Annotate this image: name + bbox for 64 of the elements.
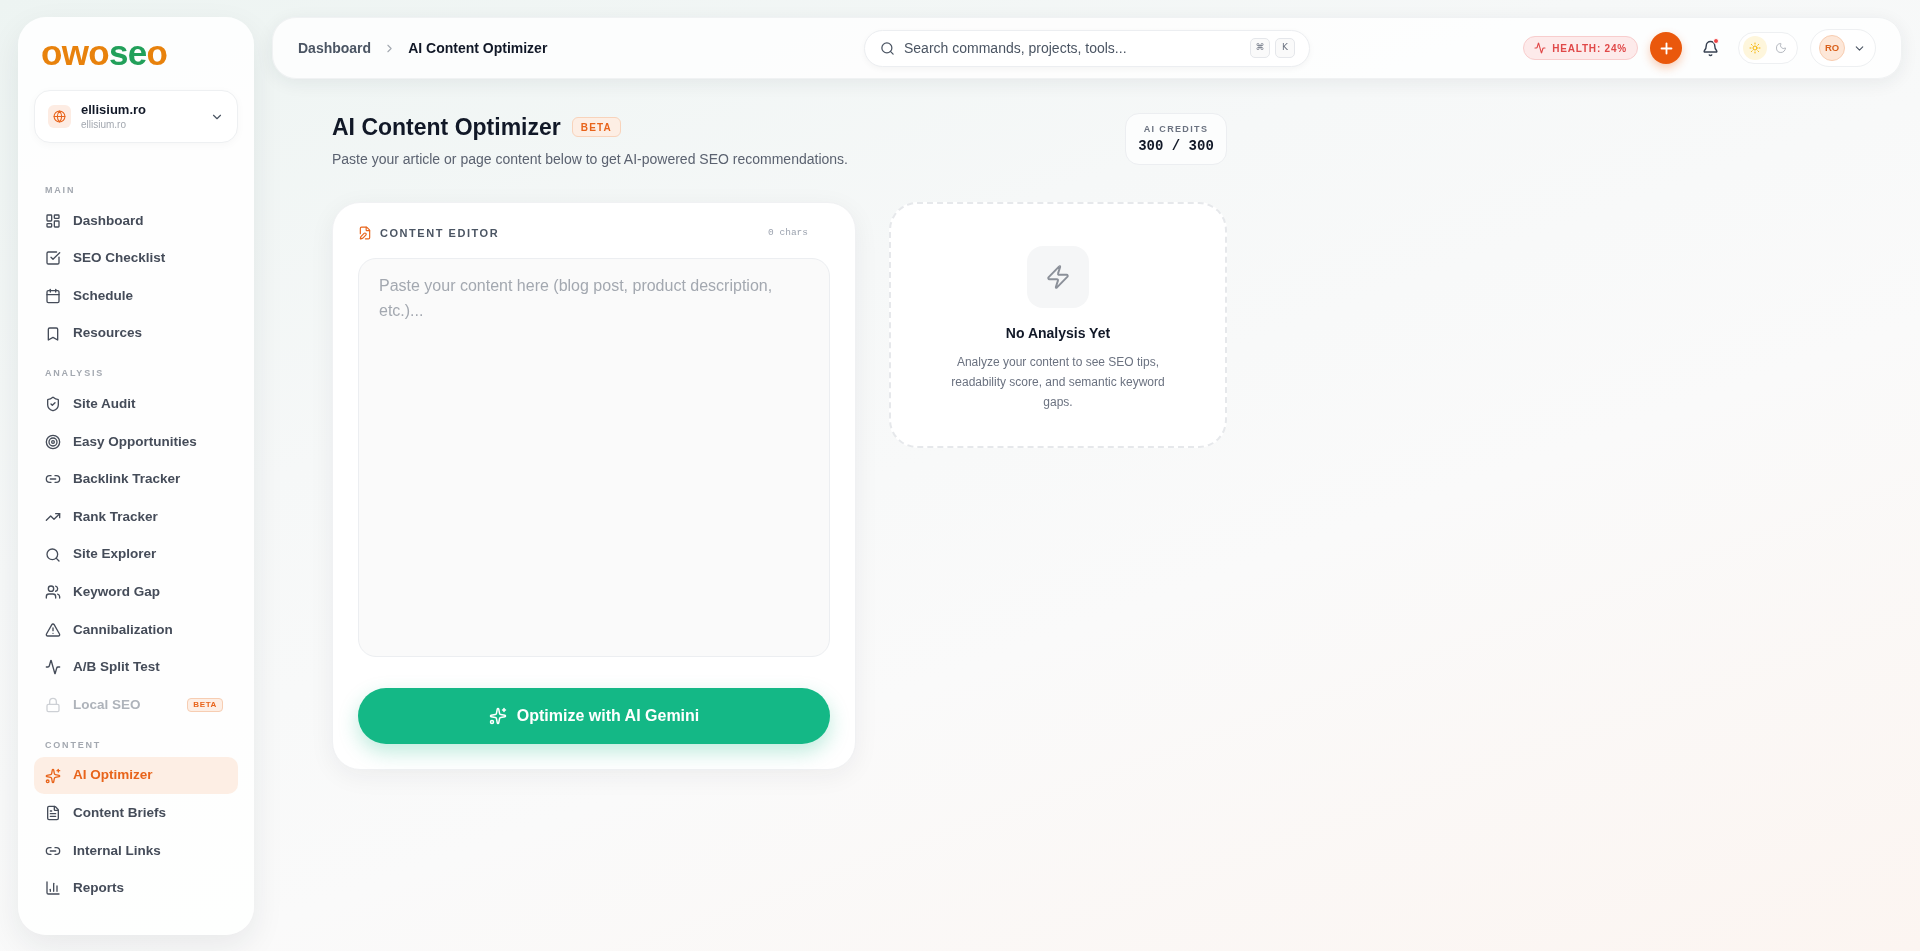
bookmark-icon xyxy=(45,325,61,342)
char-count: 0 chars xyxy=(768,225,809,240)
beta-badge: BETA xyxy=(571,117,621,137)
page-subtitle: Paste your article or page content below to get AI-powered SEO recommendations. xyxy=(332,150,848,169)
layout-grid-icon xyxy=(45,212,61,229)
add-button[interactable] xyxy=(1650,32,1682,64)
shield-check-icon xyxy=(45,396,61,413)
empty-state-title: No Analysis Yet xyxy=(1005,324,1111,343)
nav-item[interactable]: SEO Checklist xyxy=(34,239,238,278)
credits-value: 300 / 300 xyxy=(1138,137,1214,155)
project-selector[interactable]: ellisium.ro ellisium.ro xyxy=(34,90,238,143)
checked-square-icon xyxy=(45,250,61,267)
sparkles-icon xyxy=(488,707,507,726)
users-icon xyxy=(45,584,61,601)
editor-title: CONTENT EDITOR xyxy=(380,225,500,241)
sparkles-icon xyxy=(45,767,61,784)
nav-item[interactable]: Schedule xyxy=(34,277,238,315)
nav-item[interactable]: Internal Links xyxy=(34,831,238,870)
page-title: AI Content Optimizer xyxy=(332,112,561,142)
lightning-icon xyxy=(1027,246,1089,308)
warning-icon xyxy=(45,621,61,638)
project-name: ellisium.ro xyxy=(81,102,147,118)
search-icon xyxy=(45,546,61,563)
target-icon xyxy=(45,433,61,450)
breadcrumb-current: AI Content Optimizer xyxy=(408,38,548,58)
nav-item[interactable]: Cannibalization xyxy=(34,610,238,649)
pulse-icon xyxy=(1534,42,1547,54)
search-icon xyxy=(880,40,895,56)
credits-label: AI CREDITS xyxy=(1143,123,1209,135)
shortcut-key: ⌘ xyxy=(1250,38,1270,58)
nav-item[interactable]: Rank Tracker xyxy=(34,498,238,536)
nav-item[interactable]: Resources xyxy=(34,314,238,353)
document-icon xyxy=(45,805,61,822)
content-textarea[interactable]: Paste your content here (blog post, product description, etc.)... xyxy=(358,258,830,658)
pulse-icon xyxy=(45,659,61,676)
nav-item[interactable]: Reports xyxy=(34,869,238,908)
sun-icon xyxy=(1749,42,1761,54)
breadcrumb-link[interactable]: Dashboard xyxy=(298,37,372,59)
shortcut-key: K xyxy=(1275,38,1295,58)
bell-icon xyxy=(1701,39,1719,57)
lock-icon xyxy=(45,696,61,713)
nav-item[interactable]: Dashboard xyxy=(34,202,238,240)
search-field[interactable]: Search commands, projects, tools... ⌘ K xyxy=(864,29,1310,67)
nav-item[interactable]: A/B Split Test xyxy=(34,648,238,687)
nav-item[interactable]: Site Explorer xyxy=(34,535,238,574)
file-pen-icon xyxy=(358,226,372,240)
moon-icon xyxy=(1775,42,1787,54)
bar-chart-icon xyxy=(45,880,61,897)
section-label: MAIN xyxy=(44,184,77,196)
health-status-text: HEALTH: 24% xyxy=(1552,41,1627,56)
calendar-icon xyxy=(45,288,61,304)
health-badge[interactable]: HEALTH: 24% xyxy=(1523,36,1638,60)
nav-item[interactable]: Content Briefs xyxy=(34,794,238,832)
globe-icon xyxy=(48,105,71,128)
nav-item[interactable]: Backlink Tracker xyxy=(34,460,238,499)
section-label: ANALYSIS xyxy=(44,367,106,380)
empty-state-description: Analyze your content to see SEO tips, readability score, and semantic keyword gaps. xyxy=(950,354,1166,411)
avatar-initials: RO xyxy=(1819,35,1845,61)
nav-item[interactable]: Easy Opportunities xyxy=(34,422,238,461)
nav-item[interactable]: Keyword Gap xyxy=(34,573,238,611)
project-domain: ellisium.ro xyxy=(81,118,127,131)
section-label: CONTENT xyxy=(44,738,103,751)
nav-item[interactable]: Site Audit xyxy=(34,385,238,423)
beta-badge: BETA xyxy=(187,697,223,712)
